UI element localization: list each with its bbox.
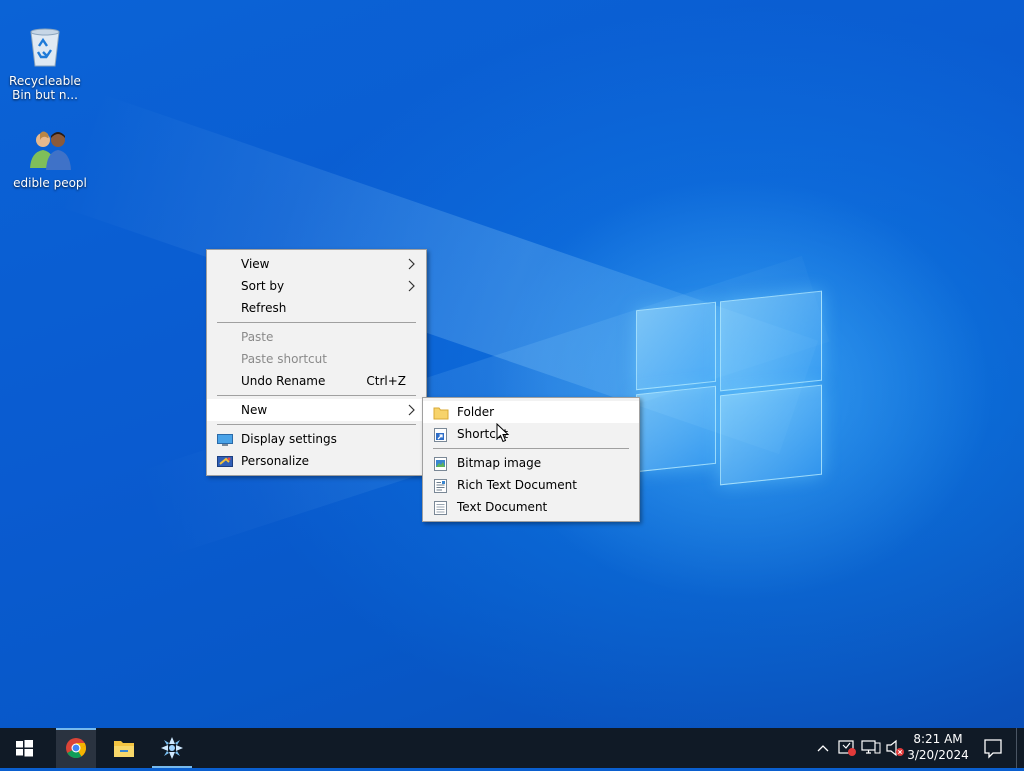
taskbar-app-chrome[interactable]: [56, 728, 96, 768]
menu-item-label: Folder: [457, 405, 495, 419]
desktop-icon-recycle-bin[interactable]: Recycleable Bin but n...: [5, 22, 85, 102]
network-icon: [861, 740, 881, 754]
menu-item-paste-shortcut: Paste shortcut: [207, 348, 426, 370]
menu-item-personalize[interactable]: Personalize: [207, 450, 426, 472]
menu-item-label: Text Document: [457, 500, 548, 514]
clock-date: 3/20/2024: [907, 748, 969, 762]
start-button[interactable]: [0, 728, 48, 768]
mouse-cursor-icon: [496, 422, 510, 443]
menu-separator: [217, 424, 416, 425]
menu-item-label: Rich Text Document: [457, 478, 577, 492]
desktop[interactable]: Recycleable Bin but n... edible peopl Vi…: [0, 0, 1024, 728]
windows-logo-wallpaper: [636, 288, 824, 486]
menu-item-label: Paste shortcut: [241, 352, 327, 366]
menu-item-refresh[interactable]: Refresh: [207, 297, 426, 319]
menu-item-label: Refresh: [241, 301, 287, 315]
app-icon: [152, 737, 192, 768]
shortcut-icon: [433, 427, 449, 442]
desktop-icon-label: edible peopl: [13, 176, 87, 190]
menu-item-label: Paste: [241, 330, 274, 344]
file-explorer-icon: [114, 741, 134, 757]
menu-separator: [217, 395, 416, 396]
taskbar-app-pinned[interactable]: [152, 728, 192, 768]
text-document-icon: [433, 500, 449, 515]
volume-muted-icon: [886, 739, 904, 757]
display-settings-icon: [217, 432, 233, 446]
menu-item-new-rich-text-document[interactable]: Rich Text Document: [423, 474, 639, 496]
menu-item-sort-by[interactable]: Sort by: [207, 275, 426, 297]
menu-item-shortcut: Ctrl+Z: [366, 374, 406, 388]
personalize-icon: [217, 454, 233, 468]
desktop-context-menu: View Sort by Refresh Paste Paste shortcu…: [206, 249, 427, 476]
menu-item-new-bitmap-image[interactable]: Bitmap image: [423, 452, 639, 474]
menu-item-new-shortcut[interactable]: Shortcut: [423, 423, 639, 445]
menu-item-label: Display settings: [241, 432, 337, 446]
taskbar-clock[interactable]: 8:21 AM 3/20/2024: [904, 731, 972, 763]
chevron-right-icon: [406, 253, 416, 275]
menu-item-label: Bitmap image: [457, 456, 542, 470]
clock-time: 8:21 AM: [913, 732, 963, 746]
new-submenu: Folder Shortcut Bitmap image Rich Text D…: [422, 397, 640, 522]
menu-item-undo-rename[interactable]: Undo Rename Ctrl+Z: [207, 370, 426, 392]
menu-item-label: Personalize: [241, 454, 310, 468]
menu-item-view[interactable]: View: [207, 253, 426, 275]
bitmap-icon: [433, 456, 449, 471]
menu-separator: [217, 322, 416, 323]
chevron-right-icon: [406, 399, 416, 421]
desktop-icon-label: Recycleable Bin but n...: [9, 74, 81, 102]
security-icon: [838, 740, 856, 756]
menu-separator: [433, 448, 629, 449]
notifications-icon: [984, 739, 1002, 759]
start-icon: [16, 740, 33, 757]
menu-item-label: New: [241, 403, 268, 417]
taskbar-app-file-explorer[interactable]: [104, 728, 144, 768]
menu-item-new-text-document[interactable]: Text Document: [423, 496, 639, 518]
folder-icon: [433, 405, 449, 420]
chrome-icon: [56, 728, 96, 759]
show-hidden-icons-button[interactable]: [812, 728, 834, 768]
show-desktop-button[interactable]: [1016, 728, 1024, 768]
chevron-up-icon: [817, 745, 829, 752]
menu-item-display-settings[interactable]: Display settings: [207, 428, 426, 450]
rich-text-icon: [433, 478, 449, 493]
chevron-right-icon: [406, 275, 416, 297]
tray-network[interactable]: [860, 728, 882, 768]
recycle-bin-icon: [21, 22, 69, 70]
tray-security[interactable]: [836, 728, 858, 768]
action-center-button[interactable]: [978, 728, 1008, 768]
menu-item-label: Undo Rename: [241, 374, 326, 388]
menu-item-paste: Paste: [207, 326, 426, 348]
menu-item-new-folder[interactable]: Folder: [423, 401, 639, 423]
tray-volume[interactable]: [884, 728, 906, 768]
menu-item-label: Sort by: [241, 279, 285, 293]
users-icon: [26, 128, 74, 172]
menu-item-new[interactable]: New: [207, 399, 426, 421]
desktop-icon-users[interactable]: edible peopl: [10, 128, 90, 190]
taskbar: 8:21 AM 3/20/2024: [0, 728, 1024, 768]
menu-item-label: View: [241, 257, 270, 271]
